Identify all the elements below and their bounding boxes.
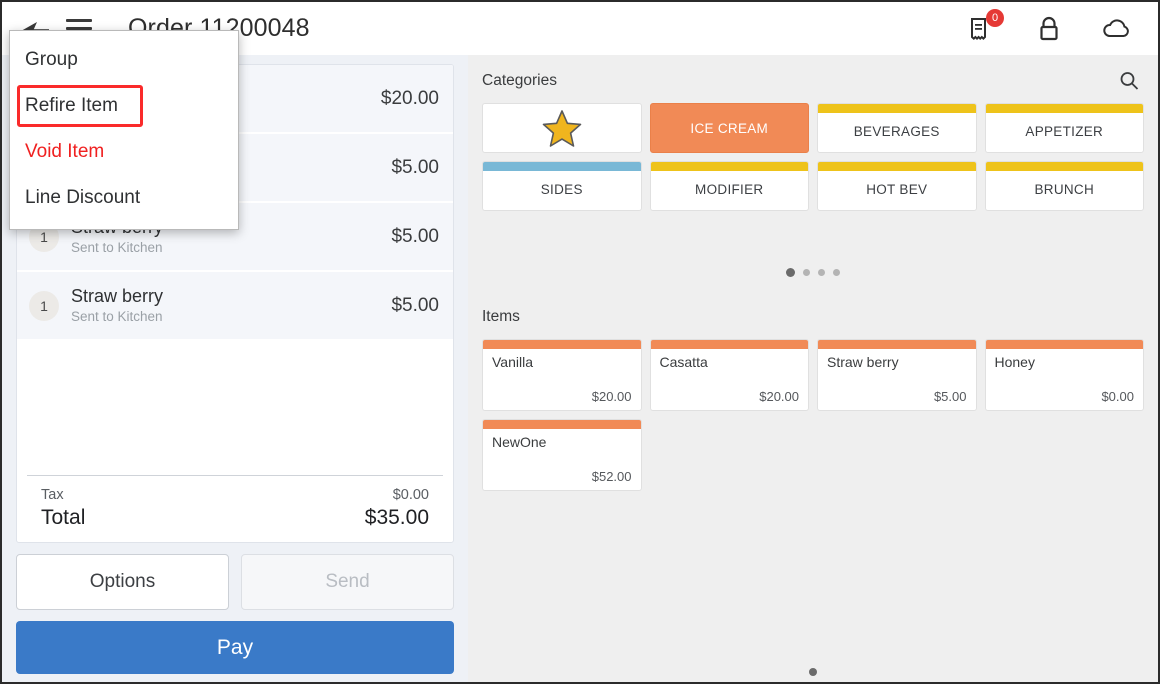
tax-value: $0.00 xyxy=(392,487,429,503)
menu-item-line-discount[interactable]: Line Discount xyxy=(10,175,238,221)
category-label: BEVERAGES xyxy=(853,124,940,139)
tax-label: Tax xyxy=(41,487,64,503)
item-color-bar xyxy=(818,340,976,349)
quantity-badge: 1 xyxy=(29,290,59,321)
order-totals: Tax $0.00 Total $35.00 xyxy=(27,475,443,542)
category-label: BRUNCH xyxy=(1034,182,1095,197)
catalog-panel: Categories ICE CREAM BEVERAGES APPETIZER… xyxy=(468,55,1158,682)
item-color-bar xyxy=(483,340,641,349)
item-name: Casatta xyxy=(659,354,708,370)
category-color-bar xyxy=(985,162,1143,171)
item-color-bar xyxy=(650,340,808,349)
category-tile-appetizer[interactable]: APPETIZER xyxy=(984,103,1144,153)
items-title: Items xyxy=(482,308,520,325)
item-name: Straw berry xyxy=(71,286,164,306)
category-color-bar xyxy=(483,162,641,171)
page-dot[interactable] xyxy=(803,268,810,276)
item-tile-casatta[interactable]: Casatta $20.00 xyxy=(649,339,809,411)
total-line: Total $35.00 xyxy=(41,505,429,530)
item-tile-newone[interactable]: NewOne $52.00 xyxy=(482,419,642,491)
item-price: $5.00 xyxy=(391,294,439,316)
item-name: Vanilla xyxy=(492,354,533,370)
category-label: HOT BEV xyxy=(866,182,928,197)
send-button[interactable]: Send xyxy=(241,554,454,610)
category-grid: ICE CREAM BEVERAGES APPETIZER SIDES MODI… xyxy=(482,103,1144,211)
category-page-indicator[interactable] xyxy=(482,257,1144,287)
receipt-count-badge: 0 xyxy=(986,8,1004,27)
category-color-bar xyxy=(985,104,1143,113)
category-tile-favorites[interactable] xyxy=(482,103,642,153)
total-value: $35.00 xyxy=(364,506,429,529)
line-item-context-menu: Group Refire Item Void Item Line Discoun… xyxy=(9,30,239,230)
menu-item-void-item[interactable]: Void Item xyxy=(10,129,238,175)
total-label: Total xyxy=(41,506,86,529)
item-name: NewOne xyxy=(492,434,547,450)
category-label: ICE CREAM xyxy=(690,120,769,136)
category-label: APPETIZER xyxy=(1025,124,1104,139)
item-tile-straw-berry[interactable]: Straw berry $5.00 xyxy=(817,339,977,411)
category-label: SIDES xyxy=(540,182,583,197)
category-color-bar xyxy=(818,104,976,113)
pay-button[interactable]: Pay xyxy=(16,621,454,674)
item-name: Honey xyxy=(994,354,1035,370)
item-price: $20.00 xyxy=(759,389,799,404)
tax-line: Tax $0.00 xyxy=(41,482,429,505)
category-color-bar xyxy=(818,162,976,171)
options-button[interactable]: Options xyxy=(16,554,229,610)
search-icon[interactable] xyxy=(1114,66,1144,96)
order-action-row: Options Send xyxy=(16,554,454,610)
menu-item-group[interactable]: Group xyxy=(10,37,238,83)
items-header: Items xyxy=(482,303,1144,331)
category-tile-beverages[interactable]: BEVERAGES xyxy=(817,103,977,153)
item-price: $0.00 xyxy=(1101,389,1134,404)
category-tile-ice-cream[interactable]: ICE CREAM xyxy=(649,103,809,153)
item-price: $20.00 xyxy=(380,87,439,109)
lock-icon[interactable] xyxy=(1032,12,1066,46)
item-price: $5.00 xyxy=(391,225,439,247)
page-dot[interactable] xyxy=(833,268,840,276)
item-grid: Vanilla $20.00 Casatta $20.00 Straw berr… xyxy=(482,339,1144,491)
category-tile-modifier[interactable]: MODIFIER xyxy=(649,161,809,211)
item-price: $5.00 xyxy=(391,156,439,178)
categories-title: Categories xyxy=(482,72,557,89)
item-color-bar xyxy=(483,420,641,429)
item-status: Sent to Kitchen xyxy=(71,309,163,324)
topbar-right-group: 0 xyxy=(964,8,1144,46)
page-dot[interactable] xyxy=(809,668,817,676)
receipt-icon[interactable]: 0 xyxy=(964,8,1004,46)
item-price: $5.00 xyxy=(933,389,967,404)
pos-app-window: Order 11200048 0 $20.00 $5.00 1 Sent to … xyxy=(0,0,1160,684)
item-tile-vanilla[interactable]: Vanilla $20.00 xyxy=(482,339,642,411)
category-tile-hot-bev[interactable]: HOT BEV xyxy=(817,161,977,211)
category-color-bar xyxy=(650,162,808,171)
page-dot[interactable] xyxy=(818,268,825,276)
cloud-icon[interactable] xyxy=(1100,12,1134,46)
item-price: $52.00 xyxy=(591,469,632,484)
page-dot[interactable] xyxy=(786,267,795,277)
item-price: $20.00 xyxy=(591,389,632,404)
categories-header: Categories xyxy=(482,67,1144,95)
category-tile-brunch[interactable]: BRUNCH xyxy=(984,161,1144,211)
category-label: MODIFIER xyxy=(695,182,764,197)
item-color-bar xyxy=(985,340,1143,349)
category-tile-sides[interactable]: SIDES xyxy=(482,161,642,211)
item-status: Sent to Kitchen xyxy=(71,240,163,255)
items-page-indicator[interactable] xyxy=(468,668,1158,676)
row-text-group: Straw berry Sent to Kitchen xyxy=(71,286,163,325)
menu-item-refire-item[interactable]: Refire Item xyxy=(10,83,238,129)
table-row[interactable]: 1 Straw berry Sent to Kitchen $5.00 xyxy=(17,272,453,341)
star-icon xyxy=(542,110,582,147)
item-name: Straw berry xyxy=(827,354,899,370)
item-tile-honey[interactable]: Honey $0.00 xyxy=(984,339,1144,411)
